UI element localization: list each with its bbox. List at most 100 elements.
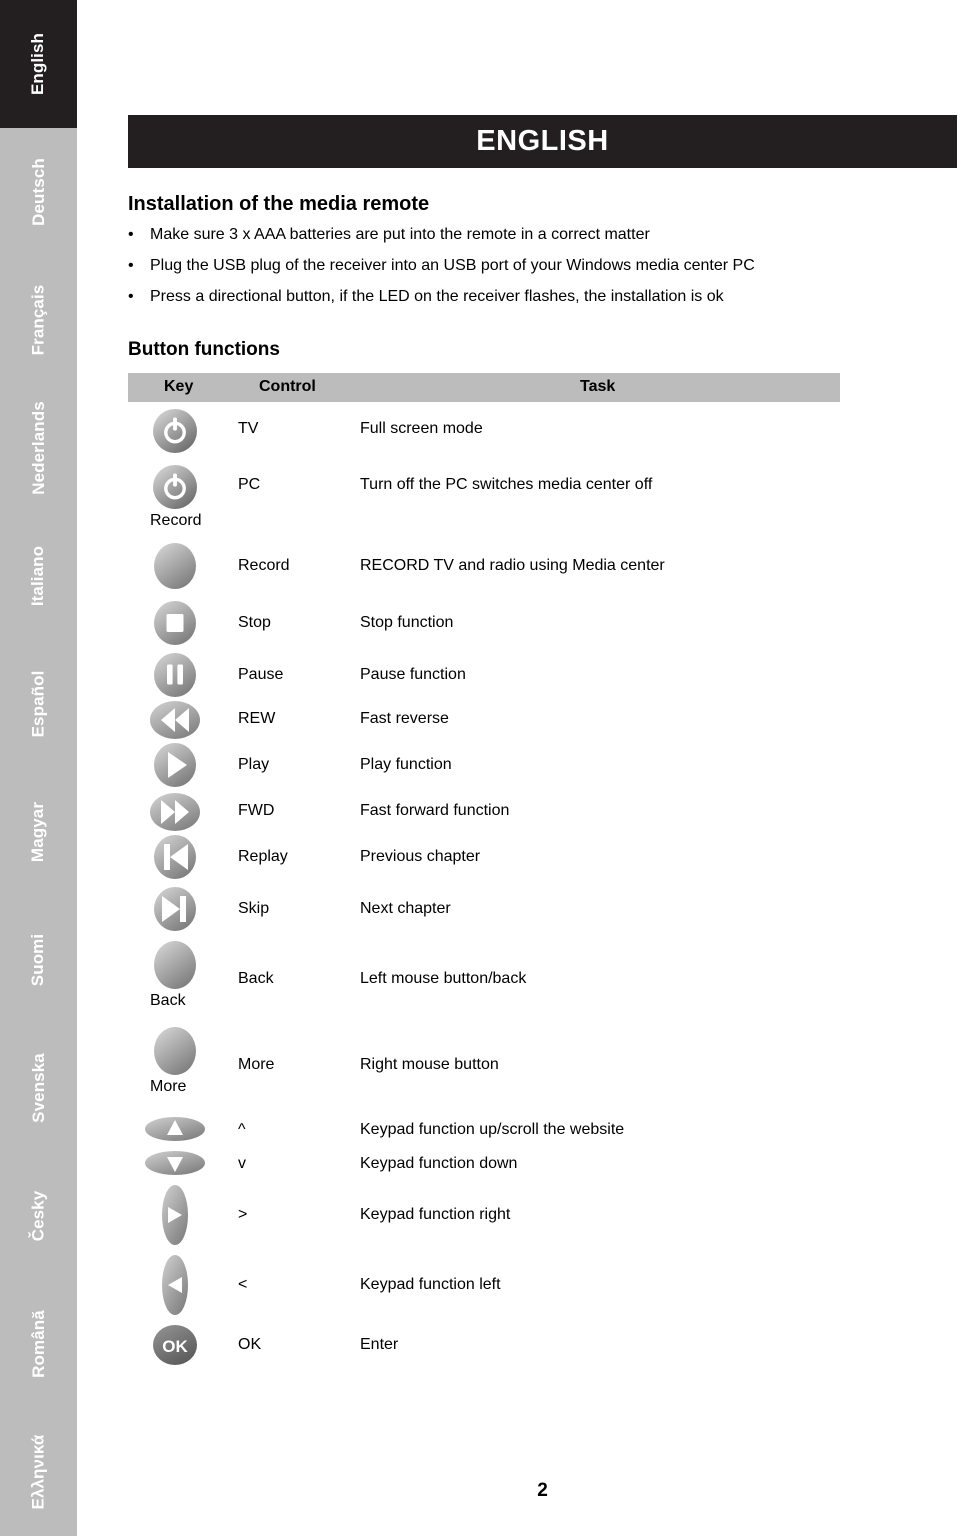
- power-icon: [152, 464, 198, 510]
- table-row: > Keypad function right: [128, 1184, 960, 1245]
- svg-text:OK: OK: [162, 1337, 188, 1356]
- task-cell: Full screen mode: [360, 420, 483, 437]
- key-cell: [150, 600, 246, 645]
- key-cell: [150, 742, 246, 787]
- task-cell: Play function: [360, 756, 452, 773]
- table-row: < Keypad function left: [128, 1254, 960, 1315]
- language-tab-label: Italiano: [28, 545, 48, 607]
- table-row: TV Full screen mode: [128, 408, 960, 453]
- key-cell: [150, 940, 246, 989]
- language-tab-esky[interactable]: Česky: [0, 1152, 77, 1280]
- language-tab-italiano[interactable]: Italiano: [0, 512, 77, 640]
- key-cell: [150, 542, 246, 589]
- bullet-marker-icon: •: [128, 226, 134, 243]
- table-row: Record PC Turn off the PC switches media c…: [128, 464, 960, 529]
- language-sidebar: English Deutsch Français Nederlands Italiano…: [0, 0, 77, 1536]
- control-cell: Record: [238, 557, 290, 574]
- control-cell: Stop: [238, 614, 271, 631]
- language-tab-label: Suomi: [28, 933, 48, 987]
- language-tab-fran-ais[interactable]: Français: [0, 256, 77, 384]
- language-tab-magyar[interactable]: Magyar: [0, 768, 77, 896]
- language-tab-rom-n[interactable]: Română: [0, 1280, 77, 1408]
- key-sub-label: Back: [150, 992, 186, 1009]
- skip-icon: [153, 886, 197, 932]
- key-cell: [150, 834, 246, 879]
- key-cell: [150, 464, 246, 509]
- column-header-control: Control: [259, 378, 316, 395]
- language-tab-nederlands[interactable]: Nederlands: [0, 384, 77, 512]
- task-cell: Stop function: [360, 614, 454, 631]
- fast-forward-icon: [149, 792, 201, 832]
- control-cell: REW: [238, 710, 276, 727]
- installation-heading: Installation of the media remote: [128, 193, 430, 215]
- button-functions-heading: Button functions: [128, 339, 280, 360]
- key-cell: [150, 1254, 246, 1315]
- task-cell: Right mouse button: [360, 1056, 499, 1073]
- task-cell: Keypad function down: [360, 1155, 518, 1172]
- language-tab-label: Nederlands: [28, 401, 48, 495]
- control-cell: <: [238, 1276, 248, 1293]
- stop-icon: [153, 600, 197, 646]
- control-cell: Pause: [238, 666, 284, 683]
- task-cell: Pause function: [360, 666, 466, 683]
- key-cell: [145, 1150, 246, 1175]
- more-icon: [153, 1026, 197, 1076]
- language-tab-suomi[interactable]: Suomi: [0, 896, 77, 1024]
- record-icon: [153, 542, 197, 590]
- language-tab-[interactable]: Ελληνικά: [0, 1408, 77, 1536]
- key-cell: [150, 652, 246, 697]
- key-cell: [150, 886, 246, 931]
- language-tab-svenska[interactable]: Svenska: [0, 1024, 77, 1152]
- column-header-task: Task: [580, 378, 616, 395]
- key-cell: [150, 1184, 246, 1245]
- task-cell: Left mouse button/back: [360, 970, 527, 987]
- control-cell: ^: [238, 1121, 246, 1138]
- table-row: Replay Previous chapter: [128, 834, 960, 879]
- language-title-bar: ENGLISH: [128, 115, 957, 168]
- control-cell: Replay: [238, 848, 288, 865]
- control-cell: PC: [238, 476, 261, 493]
- table-row: OK OK Enter: [128, 1324, 960, 1365]
- arrow-right-icon: [160, 1184, 190, 1246]
- language-tab-label: Română: [28, 1310, 48, 1378]
- pause-icon: [153, 652, 197, 698]
- language-tab-label: Español: [28, 670, 48, 738]
- rewind-icon: [149, 700, 201, 740]
- control-cell: TV: [238, 420, 259, 437]
- control-cell: Play: [238, 756, 270, 773]
- control-cell: >: [238, 1206, 248, 1223]
- task-cell: Keypad function up/scroll the website: [360, 1121, 625, 1138]
- page-number: 2: [537, 1480, 548, 1501]
- table-row: Pause Pause function: [128, 652, 960, 697]
- control-cell: Back: [238, 970, 274, 987]
- task-cell: RECORD TV and radio using Media center: [360, 557, 665, 574]
- control-cell: v: [238, 1155, 246, 1172]
- power-icon: [152, 408, 198, 454]
- table-header-row: Key Control Task: [128, 373, 840, 402]
- language-tab-label: Deutsch: [28, 158, 48, 226]
- replay-icon: [153, 834, 197, 880]
- ok-icon: OK: [152, 1324, 198, 1366]
- table-row: ^ Keypad function up/scroll the website: [128, 1116, 960, 1141]
- table-row: More More Right mouse button: [128, 1026, 960, 1095]
- manual-page: English Deutsch Français Nederlands Italiano…: [0, 0, 960, 1536]
- installation-bullet: • Plug the USB plug of the receiver into …: [128, 257, 928, 288]
- key-cell: [150, 408, 246, 453]
- language-tab-label: Magyar: [28, 801, 48, 863]
- task-cell: Enter: [360, 1336, 399, 1353]
- bullet-text: Plug the USB plug of the receiver into a…: [150, 257, 755, 274]
- task-cell: Next chapter: [360, 900, 451, 917]
- table-row: FWD Fast forward function: [128, 792, 960, 831]
- key-cell: [150, 700, 246, 739]
- language-tab-english[interactable]: English: [0, 0, 77, 128]
- bullet-marker-icon: •: [128, 288, 134, 305]
- control-cell: Skip: [238, 900, 270, 917]
- language-tab-deutsch[interactable]: Deutsch: [0, 128, 77, 256]
- key-cell: OK: [150, 1324, 246, 1365]
- installation-bullet: • Press a directional button, if the LED …: [128, 288, 928, 319]
- table-row: Back Back Left mouse button/back: [128, 940, 960, 1009]
- task-cell: Keypad function right: [360, 1206, 511, 1223]
- language-tab-label: Ελληνικά: [28, 1434, 48, 1510]
- language-tab-espa-ol[interactable]: Español: [0, 640, 77, 768]
- installation-bullet-list: • Make sure 3 x AAA batteries are put int…: [128, 226, 928, 319]
